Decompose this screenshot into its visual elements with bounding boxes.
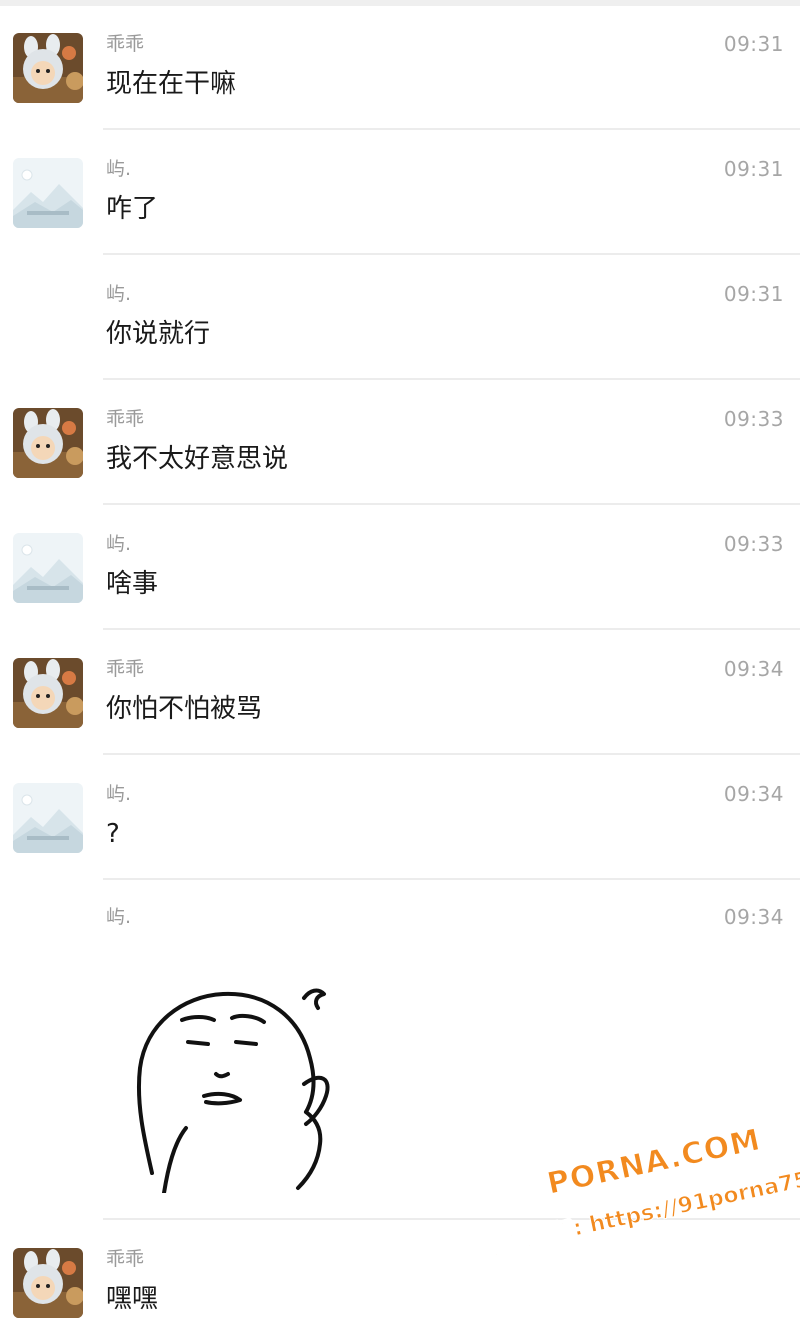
watermark-url: 看完整版: https://91porna75.com — [484, 1154, 800, 1260]
message-time: 09:34 — [723, 657, 784, 681]
sender-name: 屿. — [106, 158, 132, 180]
landscape-avatar-icon[interactable] — [13, 158, 83, 228]
cartoon-avatar-icon[interactable] — [13, 408, 83, 478]
message-text: 现在在干嘛 — [106, 69, 237, 99]
sender-name: 屿. — [106, 906, 132, 928]
landscape-avatar-icon[interactable] — [13, 783, 83, 853]
sender-name: 屿. — [106, 283, 132, 305]
message-text: 你说就行 — [106, 319, 211, 349]
message-time: 09:31 — [723, 282, 784, 306]
message-text: 我不太好意思说 — [106, 444, 289, 474]
thinking-face-sticker[interactable] — [128, 968, 348, 1195]
message-time: 09:34 — [723, 782, 784, 806]
chat-history-page: 乖乖 09:31 现在在干嘛 屿. 09:31 咋了 屿. 09:31 你说就行 — [0, 0, 800, 1331]
divider — [103, 1218, 800, 1220]
message-text: 嘿嘿 — [106, 1284, 159, 1314]
cartoon-avatar-icon[interactable] — [13, 33, 83, 103]
message-text: 咋了 — [106, 194, 159, 224]
cartoon-avatar-icon[interactable] — [13, 1248, 83, 1318]
message-time: 09:31 — [723, 157, 784, 181]
landscape-avatar-icon[interactable] — [13, 533, 83, 603]
divider — [103, 378, 800, 380]
message-time: 09:33 — [723, 532, 784, 556]
sender-name: 乖乖 — [106, 408, 145, 430]
sender-name: 乖乖 — [106, 1248, 145, 1270]
message-text: 啥事 — [106, 569, 159, 599]
message-text: 你怕不怕被骂 — [106, 694, 263, 724]
message-text: ? — [106, 819, 120, 849]
divider — [103, 878, 800, 880]
divider — [103, 128, 800, 130]
divider — [103, 628, 800, 630]
top-bar — [0, 0, 800, 6]
divider — [103, 753, 800, 755]
watermark: PORNA.COM 看完整版: https://91porna75.com — [470, 1096, 800, 1321]
watermark-brand: PORNA.COM — [544, 1122, 765, 1202]
message-time: 09:33 — [723, 407, 784, 431]
sender-name: 乖乖 — [106, 33, 145, 55]
sender-name: 屿. — [106, 783, 132, 805]
message-time: 09:34 — [723, 905, 784, 929]
divider — [103, 503, 800, 505]
message-time: 09:31 — [723, 32, 784, 56]
cartoon-avatar-icon[interactable] — [13, 658, 83, 728]
sender-name: 屿. — [106, 533, 132, 555]
divider — [103, 253, 800, 255]
sender-name: 乖乖 — [106, 658, 145, 680]
